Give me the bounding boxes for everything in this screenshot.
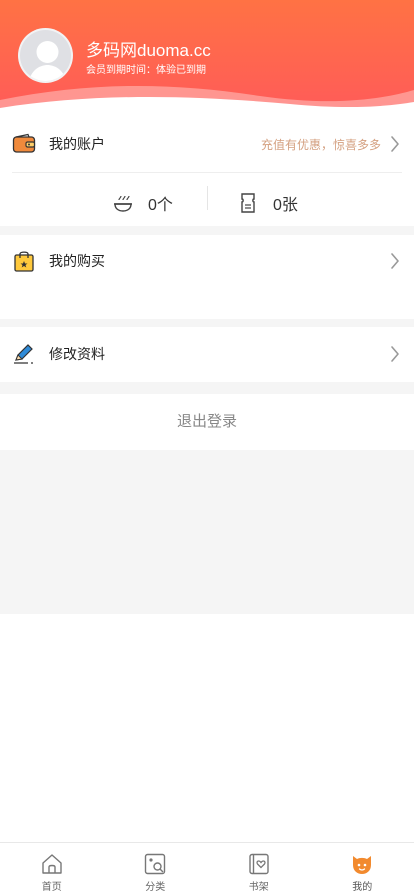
- coins-value: 0个: [148, 197, 173, 214]
- ticket-icon: [241, 193, 255, 213]
- bookshelf-icon: [249, 853, 269, 875]
- home-icon: [42, 854, 62, 874]
- recharge-promo-hint[interactable]: 充值有优惠，惊喜多多: [261, 136, 381, 153]
- profile-card: 修改资料: [0, 327, 414, 382]
- shopping-bag-icon: [14, 251, 34, 272]
- divider: [12, 172, 402, 173]
- tab-category-label: 分类: [145, 882, 166, 893]
- edit-profile-label: 修改资料: [49, 346, 105, 362]
- my-account-label: 我的账户: [49, 136, 105, 152]
- tab-category[interactable]: 分类: [104, 843, 208, 896]
- my-purchases-label: 我的购买: [49, 253, 105, 269]
- username: 多码网duoma.cc: [86, 41, 211, 60]
- avatar[interactable]: [18, 28, 73, 83]
- my-purchases-row[interactable]: 我的购买: [0, 235, 414, 287]
- bottom-tab-bar: 首页 分类 书架 我的: [0, 842, 414, 896]
- purchase-card: 我的购买: [0, 235, 414, 319]
- my-account-row[interactable]: 我的账户 充值有优惠，惊喜多多: [0, 118, 414, 170]
- tickets-value: 0张: [273, 197, 298, 214]
- empty-content-area: [0, 614, 414, 842]
- coins-stat[interactable]: 0个: [112, 190, 173, 216]
- profile-header: 多码网duoma.cc 会员到期时间：体验已到期: [0, 0, 414, 118]
- logout-button[interactable]: 退出登录: [0, 394, 414, 450]
- chevron-right-icon: [391, 253, 399, 269]
- tab-bookshelf-label: 书架: [248, 882, 269, 893]
- member-expiry-status: 会员到期时间：体验已到期: [86, 65, 206, 76]
- default-avatar-icon: [28, 41, 67, 81]
- stat-separator: [207, 186, 208, 210]
- me-icon: [353, 856, 372, 874]
- tab-me[interactable]: 我的: [311, 843, 414, 896]
- category-icon: [145, 853, 166, 875]
- tab-home[interactable]: 首页: [0, 843, 104, 896]
- coin-bowl-icon: [114, 195, 132, 212]
- header-wave-decoration: [0, 85, 414, 118]
- chevron-right-icon: [391, 346, 399, 362]
- tickets-stat[interactable]: 0张: [237, 190, 298, 216]
- tab-me-label: 我的: [352, 882, 373, 893]
- chevron-right-icon: [391, 136, 399, 152]
- pencil-icon: [14, 344, 34, 364]
- account-card: 我的账户 充值有优惠，惊喜多多 0个 0张: [0, 118, 414, 226]
- wallet-icon: [12, 133, 36, 153]
- edit-profile-row[interactable]: 修改资料: [0, 328, 414, 380]
- tab-home-label: 首页: [41, 882, 62, 893]
- logout-card: 退出登录: [0, 394, 414, 450]
- tab-bookshelf[interactable]: 书架: [207, 843, 311, 896]
